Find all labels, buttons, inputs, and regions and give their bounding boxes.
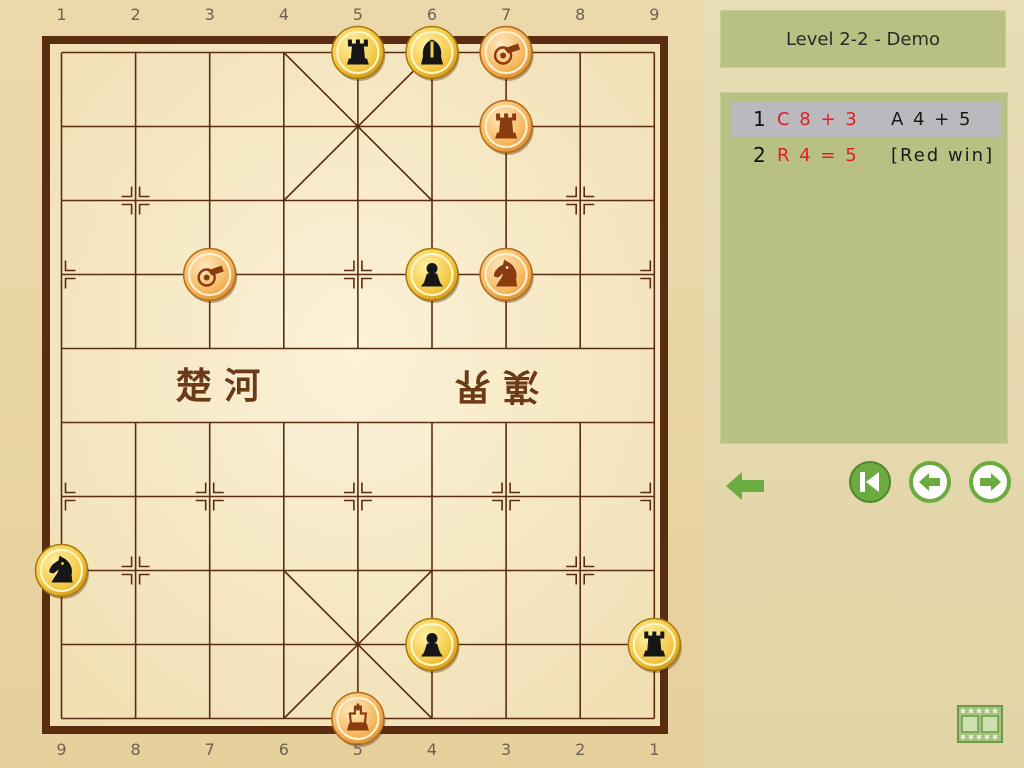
xiangqi-board[interactable]: 楚 河 漢 界 xyxy=(0,0,704,768)
skip-to-start-icon[interactable] xyxy=(848,460,892,504)
move-list: 1 C 8 + 3 A 4 + 5 2 R 4 = 5 [Red win] xyxy=(720,92,1008,444)
circle-arrow-left-icon[interactable] xyxy=(908,460,952,504)
file-label-top: 1 xyxy=(56,5,67,24)
river-text-right: 漢 界 xyxy=(455,365,540,407)
river-text-left: 楚 河 xyxy=(176,365,261,407)
file-label-bottom: 9 xyxy=(56,740,67,759)
file-label-top: 7 xyxy=(501,5,512,24)
file-label-top: 3 xyxy=(204,5,215,24)
file-label-bottom: 7 xyxy=(204,740,215,759)
file-label-bottom: 2 xyxy=(575,740,586,759)
file-label-bottom: 3 xyxy=(501,740,512,759)
file-label-bottom: 6 xyxy=(278,740,289,759)
file-label-bottom: 5 xyxy=(352,740,363,759)
move-number: 1 xyxy=(753,107,766,131)
move-number: 2 xyxy=(753,143,766,167)
red-move: C 8 + 3 xyxy=(777,109,859,130)
file-label-top: 4 xyxy=(278,5,289,24)
red-move: R 4 = 5 xyxy=(777,145,859,166)
file-label-bottom: 8 xyxy=(130,740,141,759)
file-label-top: 6 xyxy=(426,5,438,24)
level-title: Level 2-2 - Demo xyxy=(720,10,1006,68)
black-move: A 4 + 5 xyxy=(891,109,973,130)
level-title-text: Level 2-2 - Demo xyxy=(785,28,941,50)
board-surface xyxy=(50,44,660,726)
circle-arrow-right-icon[interactable] xyxy=(968,460,1012,504)
result-text: [Red win] xyxy=(891,145,995,166)
piece-red-king[interactable] xyxy=(331,691,386,748)
arrow-left-icon[interactable] xyxy=(722,464,768,508)
move-row-1[interactable]: 1 C 8 + 3 A 4 + 5 xyxy=(731,101,1001,137)
move-row-2[interactable]: 2 R 4 = 5 [Red win] xyxy=(731,137,1001,173)
file-label-top: 2 xyxy=(130,5,141,24)
board-area: 楚 河 漢 界 1 2 3 4 5 6 7 8 9 9 8 7 6 5 4 3 2 1 xyxy=(0,0,704,768)
file-label-top: 8 xyxy=(575,5,586,24)
file-label-top: 5 xyxy=(352,5,363,24)
film-strip-icon[interactable] xyxy=(956,704,1004,744)
file-label-bottom: 4 xyxy=(426,740,438,759)
file-label-bottom: 1 xyxy=(649,740,660,759)
file-label-top: 9 xyxy=(649,5,660,24)
